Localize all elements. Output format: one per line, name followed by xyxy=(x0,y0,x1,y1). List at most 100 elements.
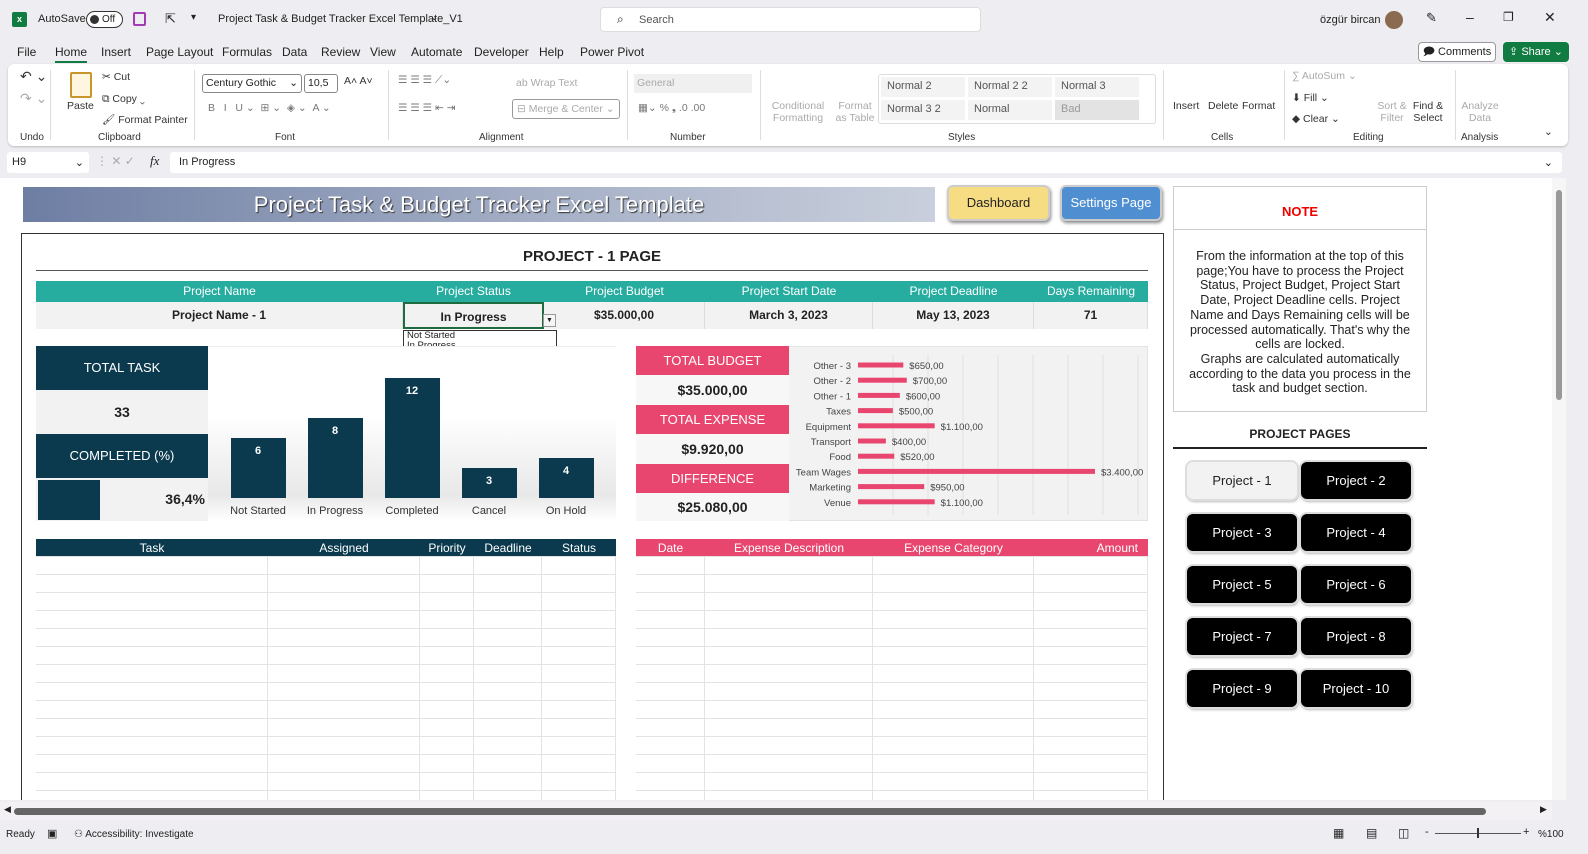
number-format-select[interactable]: General xyxy=(634,74,752,93)
table-row[interactable] xyxy=(36,701,616,719)
style-normal-3-2[interactable]: Normal 3 2 xyxy=(881,100,965,120)
zoom-level[interactable]: %100 xyxy=(1538,829,1564,840)
tab-help[interactable]: Help xyxy=(539,45,564,59)
table-row[interactable] xyxy=(636,773,1148,791)
undo-icon[interactable]: ↶ ⌄ xyxy=(20,68,47,85)
table-row[interactable] xyxy=(36,737,616,755)
formula-cancel-enter-icons[interactable]: ⋮ ✕ ✓ xyxy=(96,154,135,168)
wrap-text-button[interactable]: ab Wrap Text xyxy=(516,77,577,89)
normal-view-icon[interactable]: ▦ xyxy=(1333,826,1344,840)
align-icons[interactable]: ☰ ☰ ☰ ⟋⌄ xyxy=(398,74,451,87)
project-start-date-value[interactable]: March 3, 2023 xyxy=(705,302,873,329)
pen-icon[interactable]: ✎ xyxy=(1426,10,1437,26)
table-row[interactable] xyxy=(636,629,1148,647)
font-name-select[interactable]: Century Gothic ⌄ xyxy=(202,74,302,93)
tab-home[interactable]: Home xyxy=(55,45,88,63)
share-button[interactable]: ⇪ Share ⌄ xyxy=(1503,42,1569,62)
merge-center-button[interactable]: ⊟ Merge & Center ⌄ xyxy=(512,99,620,119)
table-row[interactable] xyxy=(36,683,616,701)
table-row[interactable] xyxy=(36,719,616,737)
style-bad[interactable]: Bad xyxy=(1055,100,1139,120)
search-box[interactable]: ⌕ Search xyxy=(600,7,981,32)
format-cells-button[interactable]: Format xyxy=(1242,100,1275,112)
project-deadline-value[interactable]: May 13, 2023 xyxy=(873,302,1034,329)
style-normal-3[interactable]: Normal 3 xyxy=(1055,77,1139,97)
find-select-button[interactable]: Find & Select xyxy=(1410,100,1446,124)
table-row[interactable] xyxy=(36,575,616,593)
project-page-button[interactable]: Project - 3 xyxy=(1187,514,1297,551)
table-row[interactable] xyxy=(636,755,1148,773)
table-row[interactable] xyxy=(636,557,1148,575)
paste-icon[interactable] xyxy=(70,72,92,98)
project-page-button[interactable]: Project - 2 xyxy=(1301,462,1411,499)
format-as-table-button[interactable]: Format as Table xyxy=(832,100,878,124)
redo-icon[interactable]: ↷ ⌄ xyxy=(20,90,47,107)
tab-view[interactable]: View xyxy=(370,45,396,59)
tab-insert[interactable]: Insert xyxy=(101,45,131,59)
sort-filter-button[interactable]: Sort & Filter xyxy=(1376,100,1408,124)
close-icon[interactable]: ✕ xyxy=(1544,9,1556,26)
analyze-data-button[interactable]: Analyze Data xyxy=(1460,100,1500,124)
project-budget-value[interactable]: $35.000,00 xyxy=(544,302,705,329)
style-normal-2[interactable]: Normal 2 xyxy=(881,77,965,97)
table-row[interactable] xyxy=(636,647,1148,665)
table-row[interactable] xyxy=(36,557,616,575)
macro-record-icon[interactable]: ▣ xyxy=(47,827,57,840)
accessibility-status[interactable]: ⚇ Accessibility: Investigate xyxy=(74,829,194,840)
user-name[interactable]: özgür bircan xyxy=(1320,14,1381,26)
table-row[interactable] xyxy=(36,647,616,665)
name-box[interactable]: H9 ⌄ xyxy=(7,152,89,173)
copy-button[interactable]: ⧉ Copy ⌄ xyxy=(102,93,145,106)
conditional-formatting-button[interactable]: Conditional Formatting xyxy=(768,100,828,124)
tab-developer[interactable]: Developer xyxy=(474,45,529,59)
table-row[interactable] xyxy=(636,719,1148,737)
minimize-icon[interactable]: – xyxy=(1466,9,1474,25)
project-page-button[interactable]: Project - 6 xyxy=(1301,566,1411,603)
table-row[interactable] xyxy=(636,683,1148,701)
tab-review[interactable]: Review xyxy=(321,45,360,59)
table-row[interactable] xyxy=(636,701,1148,719)
table-row[interactable] xyxy=(36,791,616,800)
chevron-down-icon[interactable]: ⌄ xyxy=(430,12,438,23)
insert-cells-button[interactable]: Insert xyxy=(1173,100,1199,112)
customize-qat-icon[interactable]: ▾ xyxy=(191,12,196,23)
number-format-icons[interactable]: ▦⌄ % ❟ .0 .00 xyxy=(638,102,705,115)
zoom-slider[interactable]: - + xyxy=(1425,826,1530,840)
document-title[interactable]: Project Task & Budget Tracker Excel Temp… xyxy=(218,13,463,25)
table-row[interactable] xyxy=(636,611,1148,629)
tab-formulas[interactable]: Formulas xyxy=(222,45,272,59)
table-row[interactable] xyxy=(636,575,1148,593)
style-normal[interactable]: Normal xyxy=(968,100,1052,120)
clear-button[interactable]: ◆ Clear ⌄ xyxy=(1292,113,1340,125)
dashboard-button[interactable]: Dashboard xyxy=(947,185,1050,221)
table-row[interactable] xyxy=(36,773,616,791)
align-icons-2[interactable]: ☰ ☰ ☰ ⇤ ⇥ xyxy=(398,102,456,114)
fx-icon[interactable]: fx xyxy=(150,153,159,169)
fill-button[interactable]: ⬇ Fill ⌄ xyxy=(1292,92,1329,104)
font-grow-shrink-icons[interactable]: A˄ A˅ xyxy=(344,75,373,87)
page-break-view-icon[interactable]: ◫ xyxy=(1398,826,1409,840)
font-format-icons[interactable]: B I U ⌄ ⊞ ⌄ ◈ ⌄ A ⌄ xyxy=(208,102,331,114)
settings-page-button[interactable]: Settings Page xyxy=(1060,185,1162,221)
page-layout-view-icon[interactable]: ▤ xyxy=(1366,826,1377,840)
comments-button[interactable]: 🗩 Comments xyxy=(1418,42,1496,62)
vertical-scrollbar[interactable] xyxy=(1552,178,1566,800)
tab-automate[interactable]: Automate xyxy=(411,45,462,59)
project-page-button[interactable]: Project - 10 xyxy=(1301,670,1411,707)
project-page-button[interactable]: Project - 4 xyxy=(1301,514,1411,551)
status-dropdown-arrow[interactable]: ▼ xyxy=(543,314,556,327)
table-row[interactable] xyxy=(636,791,1148,800)
restore-icon[interactable]: ❐ xyxy=(1503,10,1514,24)
project-page-button[interactable]: Project - 9 xyxy=(1187,670,1297,707)
project-page-button[interactable]: Project - 8 xyxy=(1301,618,1411,655)
table-row[interactable] xyxy=(36,629,616,647)
styles-gallery[interactable]: Normal 2 Normal 2 2 Normal 3 Normal 3 2 … xyxy=(878,74,1156,124)
table-row[interactable] xyxy=(36,665,616,683)
cut-button[interactable]: ✂ Cut xyxy=(102,71,130,83)
tab-file[interactable]: File xyxy=(17,45,36,59)
table-row[interactable] xyxy=(636,593,1148,611)
format-painter-button[interactable]: 🖌 Format Painter xyxy=(102,113,188,126)
save-icon[interactable] xyxy=(133,12,146,26)
style-normal-2-2[interactable]: Normal 2 2 xyxy=(968,77,1052,97)
tab-page-layout[interactable]: Page Layout xyxy=(146,45,213,59)
